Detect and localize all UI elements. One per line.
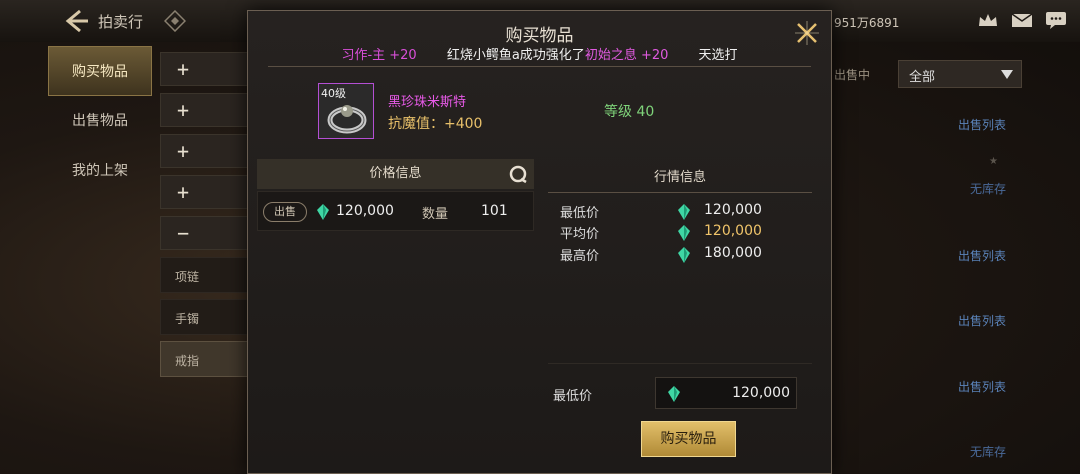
category-collapse-button[interactable]: − (160, 216, 250, 250)
ticker-segment: 红烧小鳄鱼a成功强化了初始之息 +20 (446, 48, 669, 63)
quantity-value: 101 (481, 203, 508, 219)
no-stock-label: 无库存 (969, 445, 1006, 459)
average-price-label: 平均价 (560, 227, 600, 242)
divider (548, 192, 812, 193)
listing-price: 120,000 (336, 203, 394, 219)
ring-icon (327, 105, 367, 134)
min-price-field[interactable]: 120,000 (655, 377, 797, 409)
buy-item-button[interactable]: 购买物品 (641, 421, 736, 457)
quantity-label: 数量 (422, 207, 449, 222)
category-item-necklace[interactable]: 项链 (160, 257, 250, 293)
buy-item-dialog: 购买物品 习作-主 +20 红烧小鳄鱼a成功强化了初始之息 +20 天选打 40… (247, 10, 832, 474)
gem-icon (678, 225, 690, 241)
min-price-label: 最低价 (553, 389, 593, 404)
sale-list-link[interactable]: 出售列表 (958, 378, 1006, 395)
item-stat: 抗魔值：+400 (388, 116, 483, 132)
category-expand-button[interactable]: + (160, 52, 250, 86)
gem-icon (668, 386, 680, 402)
lowest-price-value: 120,000 (704, 202, 762, 218)
highest-price-label: 最高价 (560, 249, 600, 264)
close-icon[interactable] (793, 19, 821, 47)
market-info-header: 行情信息 (653, 170, 706, 185)
listing-row[interactable]: 出售 120,000 数量 101 (257, 191, 534, 231)
mail-icon[interactable] (1010, 9, 1034, 31)
item-name: 黑珍珠米斯特 (388, 95, 467, 110)
diamond-icon[interactable] (164, 10, 186, 32)
crown-icon[interactable] (976, 9, 1000, 31)
category-item-bracelet[interactable]: 手镯 (160, 299, 250, 335)
ticker-segment: 天选打 (698, 48, 738, 63)
min-price-value: 120,000 (732, 385, 790, 401)
sidebar-item-buy[interactable]: 购买物品 (48, 46, 152, 96)
highest-price-value: 180,000 (704, 245, 762, 261)
price-info-header: 价格信息 (257, 159, 534, 189)
chat-icon[interactable] (1044, 9, 1068, 31)
average-price-value: 120,000 (704, 223, 762, 239)
sell-tag: 出售 (263, 202, 307, 222)
no-stock-label: 无库存 (969, 182, 1006, 196)
star-icon: ★ (989, 156, 998, 167)
sidebar-item-sell[interactable]: 出售物品 (48, 96, 152, 146)
gem-icon (678, 247, 690, 263)
gem-icon (678, 204, 690, 220)
filter-label: 出售中 (834, 68, 871, 82)
item-icon[interactable]: 40级 (318, 83, 374, 139)
filter-dropdown[interactable]: 全部 (898, 60, 1022, 88)
sidebar: 购买物品 出售物品 我的上架 (48, 46, 152, 196)
back-arrow-icon[interactable] (62, 8, 90, 34)
sidebar-item-my-listings[interactable]: 我的上架 (48, 146, 152, 196)
category-expand-button[interactable]: + (160, 93, 250, 127)
item-grade: 等级 40 (604, 104, 655, 120)
divider (548, 363, 812, 364)
divider (268, 66, 811, 67)
announcement-ticker: 习作-主 +20 红烧小鳄鱼a成功强化了初始之息 +20 天选打 (248, 44, 831, 66)
top-icons (976, 9, 1068, 31)
page-title: 拍卖行 (98, 13, 144, 31)
sale-list-link[interactable]: 出售列表 (958, 116, 1006, 133)
ticker-segment: 习作-主 +20 (341, 48, 417, 63)
listing-panel: 出售中 全部 出售列表 ★ 无库存 出售列表 出售列表 出售列表 无库存 (832, 56, 1080, 474)
gem-icon (317, 204, 329, 220)
caret-down-icon (1001, 70, 1013, 79)
lowest-price-label: 最低价 (560, 206, 600, 221)
category-expand-button[interactable]: + (160, 175, 250, 209)
category-expand-button[interactable]: + (160, 134, 250, 168)
dialog-title: 购买物品 (505, 26, 574, 46)
refresh-icon[interactable] (508, 164, 528, 184)
category-list: + + + + − 项链 手镯 戒指 (160, 52, 250, 383)
category-item-ring[interactable]: 戒指 (160, 341, 250, 377)
user-id: 951万6891 (834, 16, 900, 30)
sale-list-link[interactable]: 出售列表 (958, 312, 1006, 329)
sale-list-link[interactable]: 出售列表 (958, 247, 1006, 264)
